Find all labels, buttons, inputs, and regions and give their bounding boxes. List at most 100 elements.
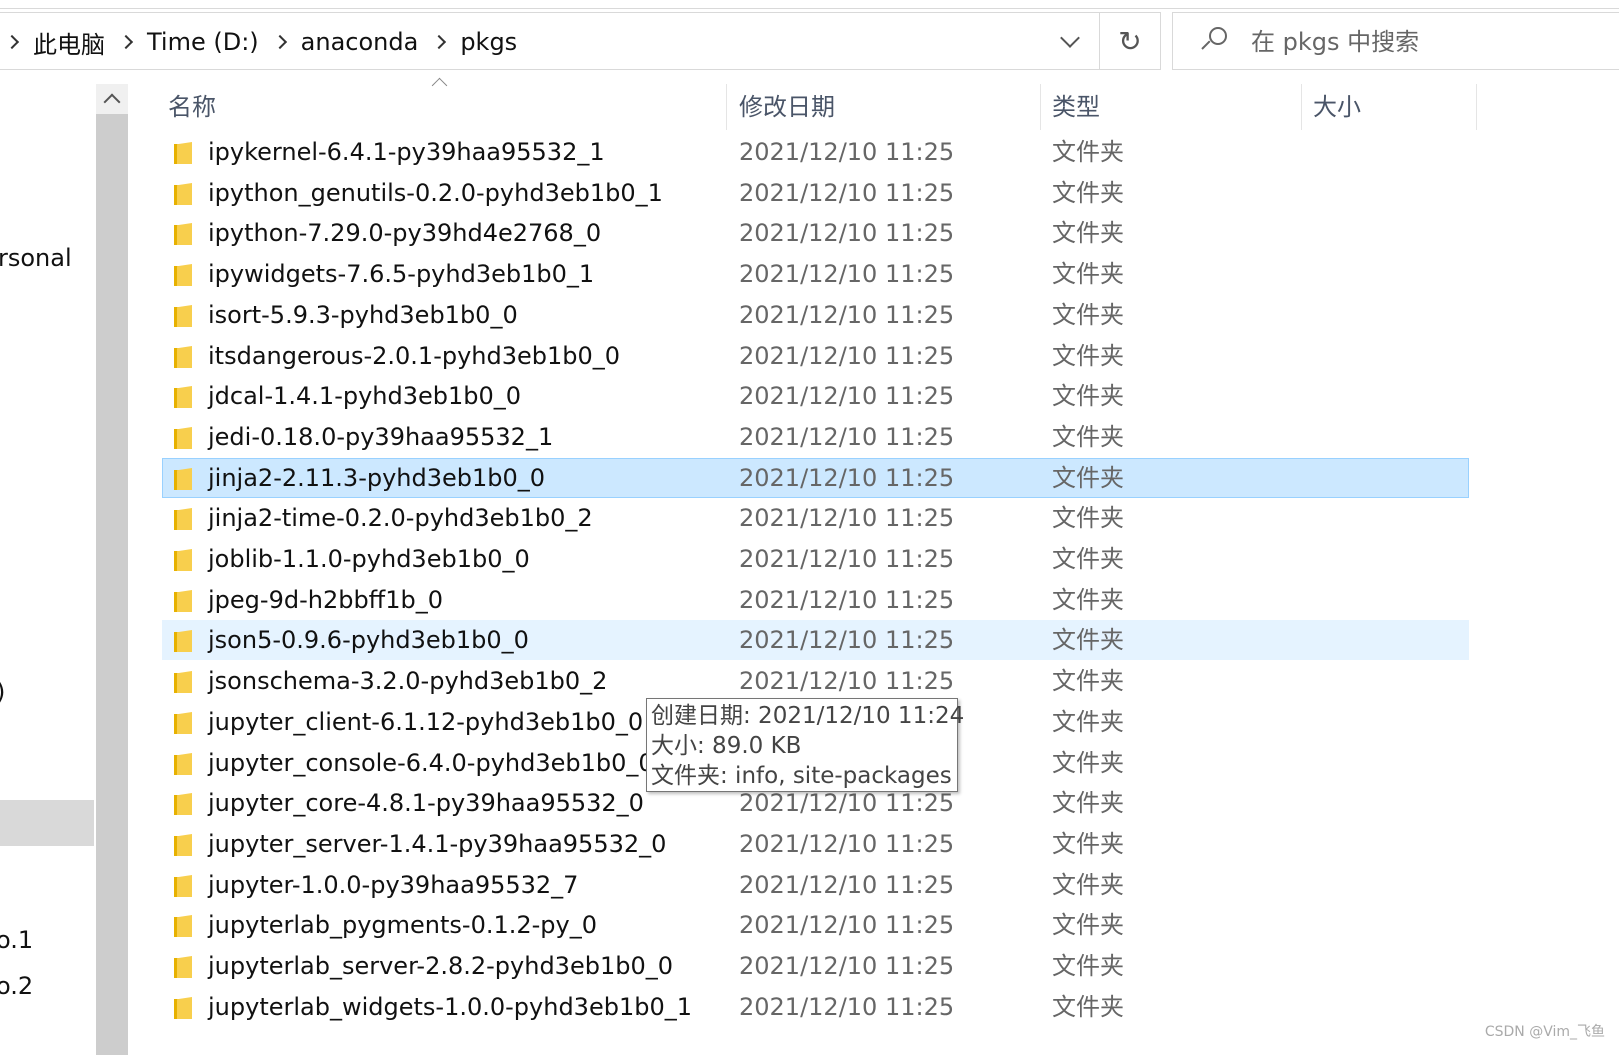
nav-item-partial-o2[interactable]: o.2 <box>0 972 33 1000</box>
file-type: 文件夹 <box>1052 423 1124 451</box>
file-row[interactable]: isort-5.9.3-pyhd3eb1b0_0 2021/12/10 11:25… <box>162 295 1469 335</box>
file-row[interactable]: ipykernel-6.4.1-py39haa95532_1 2021/12/10… <box>162 132 1469 172</box>
folder-icon <box>174 630 192 652</box>
chevron-up-icon <box>103 93 121 111</box>
file-row[interactable]: jupyterlab_pygments-0.1.2-py_0 2021/12/10… <box>162 905 1469 945</box>
breadcrumb-pkgs[interactable]: pkgs <box>460 28 517 56</box>
file-modified-date: 2021/12/10 11:25 <box>739 667 955 695</box>
address-bar[interactable]: 此电脑 Time (D:) anaconda pkgs ↻ <box>0 12 1161 70</box>
nav-item-partial[interactable]: ) <box>0 678 5 706</box>
file-modified-date: 2021/12/10 11:25 <box>739 179 955 207</box>
file-row[interactable]: jedi-0.18.0-py39haa95532_1 2021/12/10 11:… <box>162 417 1469 457</box>
file-modified-date: 2021/12/10 11:25 <box>739 545 955 573</box>
nav-item-personal[interactable]: rsonal <box>0 244 72 272</box>
file-row[interactable]: jupyter-1.0.0-py39haa95532_7 2021/12/10 1… <box>162 865 1469 905</box>
file-name: jupyter_console-6.4.0-pyhd3eb1b0_0 <box>208 749 654 777</box>
file-row[interactable]: ipython_genutils-0.2.0-pyhd3eb1b0_1 2021/… <box>162 173 1469 213</box>
refresh-button[interactable]: ↻ <box>1100 13 1160 69</box>
file-name: ipython-7.29.0-py39hd4e2768_0 <box>208 219 602 247</box>
folder-icon <box>174 427 192 449</box>
column-divider[interactable] <box>1301 84 1302 130</box>
file-row[interactable]: jupyterlab_server-2.8.2-pyhd3eb1b0_0 2021… <box>162 946 1469 986</box>
file-modified-date: 2021/12/10 11:25 <box>739 504 955 532</box>
chevron-right-icon[interactable] <box>4 34 20 50</box>
file-modified-date: 2021/12/10 11:25 <box>739 626 955 654</box>
column-header-date[interactable]: 修改日期 <box>729 84 1040 130</box>
chevron-right-icon[interactable] <box>272 34 287 50</box>
file-name: jupyterlab_server-2.8.2-pyhd3eb1b0_0 <box>208 952 673 980</box>
column-divider[interactable] <box>1476 84 1477 130</box>
file-row[interactable]: joblib-1.1.0-pyhd3eb1b0_0 2021/12/10 11:2… <box>162 539 1469 579</box>
file-modified-date: 2021/12/10 11:25 <box>739 911 955 939</box>
chevron-down-icon <box>1060 28 1080 48</box>
file-type: 文件夹 <box>1052 138 1124 166</box>
breadcrumb-drive-d[interactable]: Time (D:) <box>147 28 259 56</box>
file-name: jupyterlab_widgets-1.0.0-pyhd3eb1b0_1 <box>208 993 692 1021</box>
file-modified-date: 2021/12/10 11:25 <box>739 871 955 899</box>
scrollbar-thumb[interactable] <box>96 114 128 1055</box>
file-row[interactable]: itsdangerous-2.0.1-pyhd3eb1b0_0 2021/12/1… <box>162 336 1469 376</box>
navigation-pane: rsonal ) o.1 o.2 <box>0 84 96 1055</box>
nav-scrollbar[interactable] <box>96 84 128 1055</box>
column-header-type[interactable]: 类型 <box>1042 84 1301 130</box>
search-input[interactable]: 在 pkgs 中搜索 <box>1251 13 1419 71</box>
file-row[interactable]: jpeg-9d-h2bbff1b_0 2021/12/10 11:25 文件夹 <box>162 580 1469 620</box>
file-type: 文件夹 <box>1052 911 1124 939</box>
file-type: 文件夹 <box>1052 830 1124 858</box>
column-divider[interactable] <box>1040 84 1041 130</box>
file-modified-date: 2021/12/10 11:25 <box>739 138 955 166</box>
file-type: 文件夹 <box>1052 301 1124 329</box>
folder-icon <box>174 875 192 897</box>
file-type: 文件夹 <box>1052 179 1124 207</box>
file-row[interactable]: jsonschema-3.2.0-pyhd3eb1b0_2 2021/12/10 … <box>162 661 1469 701</box>
window-top-border <box>0 8 1619 9</box>
file-type: 文件夹 <box>1052 545 1124 573</box>
file-modified-date: 2021/12/10 11:25 <box>739 586 955 614</box>
file-modified-date: 2021/12/10 11:25 <box>739 830 955 858</box>
file-row[interactable]: jupyter_server-1.4.1-py39haa95532_0 2021/… <box>162 824 1469 864</box>
file-row[interactable]: jupyterlab_widgets-1.0.0-pyhd3eb1b0_1 202… <box>162 987 1469 1027</box>
nav-item-partial-o1[interactable]: o.1 <box>0 926 33 954</box>
folder-icon <box>174 468 192 490</box>
file-row[interactable]: jdcal-1.4.1-pyhd3eb1b0_0 2021/12/10 11:25… <box>162 376 1469 416</box>
column-header-size[interactable]: 大小 <box>1303 84 1476 130</box>
file-type: 文件夹 <box>1052 504 1124 532</box>
file-row[interactable]: json5-0.9.6-pyhd3eb1b0_0 2021/12/10 11:25… <box>162 620 1469 660</box>
tooltip-contents: 文件夹: info, site-packages <box>651 763 952 789</box>
file-row[interactable]: jinja2-2.11.3-pyhd3eb1b0_0 2021/12/10 11:… <box>162 458 1469 498</box>
file-name: jpeg-9d-h2bbff1b_0 <box>208 586 443 614</box>
scroll-up-button[interactable] <box>96 84 128 114</box>
file-name: jupyter_client-6.1.12-pyhd3eb1b0_0 <box>208 708 644 736</box>
column-divider[interactable] <box>726 84 727 130</box>
folder-icon <box>174 549 192 571</box>
folder-icon <box>174 183 192 205</box>
file-row[interactable]: jinja2-time-0.2.0-pyhd3eb1b0_2 2021/12/10… <box>162 498 1469 538</box>
file-type: 文件夹 <box>1052 626 1124 654</box>
file-modified-date: 2021/12/10 11:25 <box>739 952 955 980</box>
file-type: 文件夹 <box>1052 667 1124 695</box>
tooltip-size: 大小: 89.0 KB <box>651 733 802 759</box>
address-history-dropdown[interactable] <box>1040 13 1100 69</box>
chevron-right-icon[interactable] <box>118 34 134 50</box>
file-row[interactable]: ipython-7.29.0-py39hd4e2768_0 2021/12/10 … <box>162 213 1469 253</box>
column-header-name[interactable]: 名称 <box>158 84 726 130</box>
chevron-right-icon[interactable] <box>432 34 447 50</box>
file-modified-date: 2021/12/10 11:25 <box>739 342 955 370</box>
file-name: jupyter_server-1.4.1-py39haa95532_0 <box>208 830 667 858</box>
breadcrumb-anaconda[interactable]: anaconda <box>301 28 419 56</box>
nav-selected-item[interactable] <box>0 800 94 846</box>
file-type: 文件夹 <box>1052 219 1124 247</box>
search-icon <box>1201 27 1227 57</box>
file-name: json5-0.9.6-pyhd3eb1b0_0 <box>208 626 529 654</box>
file-name: jinja2-2.11.3-pyhd3eb1b0_0 <box>208 464 546 492</box>
file-row[interactable]: ipywidgets-7.6.5-pyhd3eb1b0_1 2021/12/10 … <box>162 254 1469 294</box>
tooltip-created: 创建日期: 2021/12/10 11:24 <box>651 703 965 729</box>
file-name: jupyter_core-4.8.1-py39haa95532_0 <box>208 789 644 817</box>
breadcrumb-this-pc[interactable]: 此电脑 <box>33 25 105 60</box>
folder-icon <box>174 753 192 775</box>
folder-icon <box>174 346 192 368</box>
folder-icon <box>174 834 192 856</box>
folder-icon <box>174 305 192 327</box>
file-name: joblib-1.1.0-pyhd3eb1b0_0 <box>208 545 530 573</box>
search-box[interactable]: 在 pkgs 中搜索 <box>1172 12 1619 70</box>
